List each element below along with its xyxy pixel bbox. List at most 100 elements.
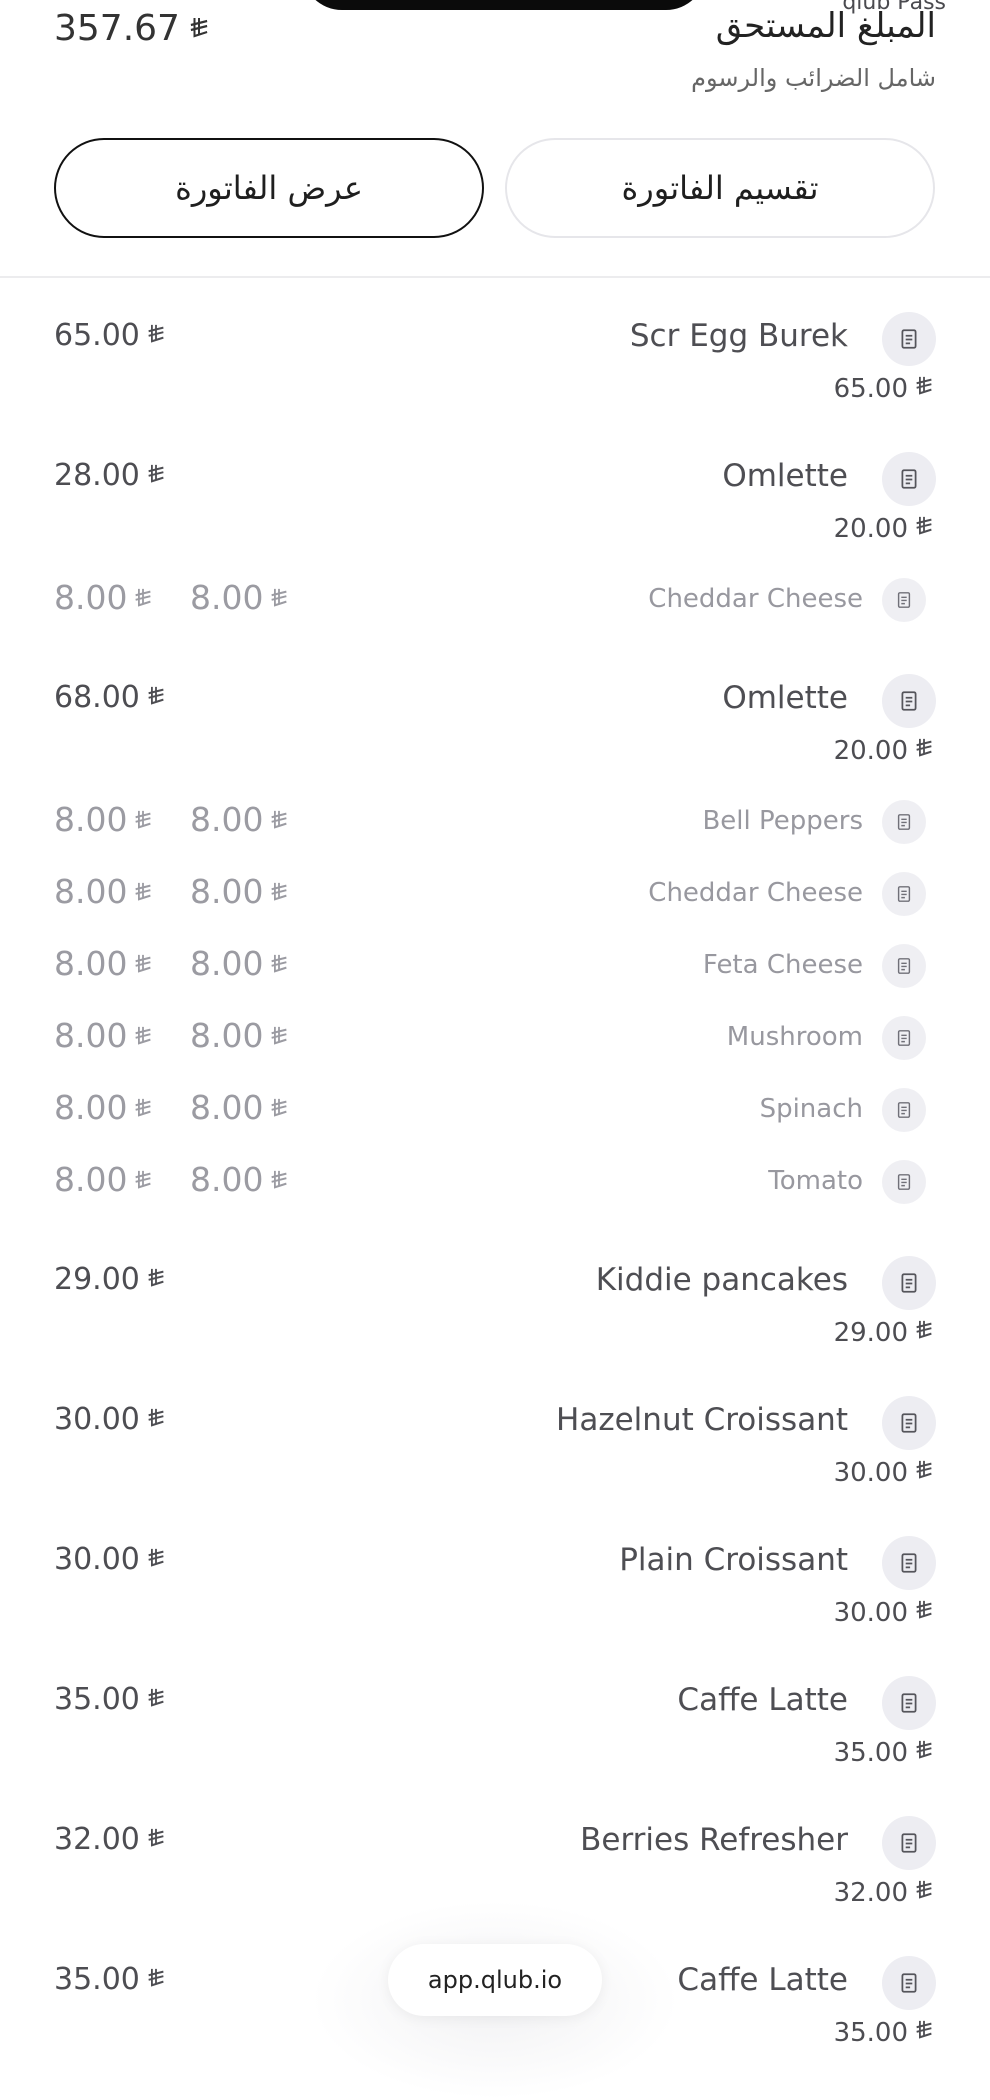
modifier-unit-price: 8.00: [190, 872, 289, 911]
modifier-total-price: 8.00: [54, 1160, 153, 1199]
riyal-currency-icon: [134, 1160, 152, 1199]
modifier-total-price-value: 8.00: [54, 1088, 128, 1127]
bill-item-row[interactable]: 68.00 Omlette 20.00: [0, 666, 990, 786]
item-unit-price: 30.00: [834, 1458, 934, 1488]
item-unit-price-value: 35.00: [833, 2018, 908, 2048]
modifier-name: Spinach: [759, 1094, 863, 1124]
riyal-currency-icon: [147, 318, 165, 353]
item-unit-price-value: 65.00: [833, 374, 908, 404]
modifier-total-price: 8.00: [54, 1088, 153, 1127]
riyal-currency-icon: [270, 872, 288, 911]
modifier-row[interactable]: 8.00 8.00 Tomato: [0, 1158, 990, 1218]
amount-due-title: المبلغ المستحق: [715, 6, 936, 46]
modifier-row[interactable]: 8.00 8.00 Cheddar Cheese: [0, 576, 990, 636]
receipt-icon[interactable]: [882, 1956, 936, 2010]
item-unit-price: 20.00: [834, 514, 934, 544]
riyal-currency-icon: [189, 8, 209, 49]
modifier-total-price-value: 8.00: [54, 944, 128, 983]
item-total-price: 35.00: [54, 1962, 166, 1997]
receipt-icon[interactable]: [882, 872, 926, 916]
modifier-row[interactable]: 8.00 8.00 Spinach: [0, 1086, 990, 1146]
item-unit-price-value: 32.00: [833, 1878, 908, 1908]
bill-item-row[interactable]: 30.00 Hazelnut Croissant 30.00: [0, 1388, 990, 1508]
bill-item-row[interactable]: 65.00 Scr Egg Burek 65.00: [0, 304, 990, 424]
item-name: Scr Egg Burek: [629, 318, 848, 354]
item-total-price: 29.00: [54, 1262, 166, 1297]
item-name: Omlette: [722, 680, 848, 716]
riyal-currency-icon: [915, 374, 933, 404]
item-total-price: 30.00: [54, 1542, 166, 1577]
item-name: Omlette: [722, 458, 848, 494]
item-name: Caffe Latte: [677, 1682, 848, 1718]
receipt-icon[interactable]: [882, 1088, 926, 1132]
receipt-icon[interactable]: [882, 1816, 936, 1870]
item-total-price: 35.00: [54, 1682, 166, 1717]
modifier-unit-price: 8.00: [190, 578, 289, 617]
bill-item-row[interactable]: 28.00 Omlette 20.00: [0, 444, 990, 564]
item-name: Hazelnut Croissant: [556, 1402, 848, 1438]
receipt-icon[interactable]: [882, 1256, 936, 1310]
item-total-price-value: 28.00: [54, 458, 140, 493]
receipt-icon[interactable]: [882, 944, 926, 988]
receipt-icon[interactable]: [882, 1396, 936, 1450]
item-total-price-value: 35.00: [54, 1682, 140, 1717]
bill-item-row[interactable]: 35.00 Caffe Latte 35.00: [0, 1668, 990, 1788]
riyal-currency-icon: [147, 1822, 165, 1857]
item-total-price-value: 30.00: [54, 1542, 140, 1577]
receipt-icon[interactable]: [882, 674, 936, 728]
bill-item-row[interactable]: 29.00 Kiddie pancakes 29.00: [0, 1248, 990, 1368]
riyal-currency-icon: [147, 1262, 165, 1297]
bill-header: 357.67 المبلغ المستحق شامل الضرائب والرس…: [0, 0, 990, 278]
modifier-name: Cheddar Cheese: [648, 878, 863, 908]
receipt-icon[interactable]: [882, 1676, 936, 1730]
modifier-total-price: 8.00: [54, 800, 153, 839]
receipt-icon[interactable]: [882, 800, 926, 844]
modifier-row[interactable]: 8.00 8.00 Mushroom: [0, 1014, 990, 1074]
modifier-row[interactable]: 8.00 8.00 Cheddar Cheese: [0, 870, 990, 930]
item-total-price-value: 32.00: [54, 1822, 140, 1857]
modifier-unit-price-value: 8.00: [190, 1016, 264, 1055]
modifier-name: Mushroom: [726, 1022, 863, 1052]
modifier-row[interactable]: 8.00 8.00 Bell Peppers: [0, 798, 990, 858]
modifier-row[interactable]: 8.00 8.00 Feta Cheese: [0, 942, 990, 1002]
modifier-unit-price: 8.00: [190, 1088, 289, 1127]
item-total-price-value: 68.00: [54, 680, 140, 715]
receipt-icon[interactable]: [882, 1536, 936, 1590]
modifier-unit-price-value: 8.00: [190, 944, 264, 983]
item-unit-price: 35.00: [834, 2018, 934, 2048]
modifier-unit-price: 8.00: [190, 944, 289, 983]
modifier-unit-price-value: 8.00: [190, 1160, 264, 1199]
url-bar[interactable]: app.qlub.io: [388, 1944, 602, 2016]
riyal-currency-icon: [915, 1738, 933, 1768]
modifier-name: Tomato: [768, 1166, 863, 1196]
item-total-price-value: 65.00: [54, 318, 140, 353]
modifier-name: Cheddar Cheese: [648, 584, 863, 614]
receipt-icon[interactable]: [882, 1016, 926, 1060]
riyal-currency-icon: [270, 944, 288, 983]
item-unit-price: 20.00: [834, 736, 934, 766]
total-amount: 357.67: [54, 8, 210, 49]
modifier-name: Bell Peppers: [702, 806, 863, 836]
item-unit-price-value: 35.00: [833, 1738, 908, 1768]
riyal-currency-icon: [134, 944, 152, 983]
item-unit-price-value: 20.00: [833, 736, 908, 766]
split-bill-button[interactable]: تقسيم الفاتورة: [505, 138, 935, 238]
modifier-total-price: 8.00: [54, 872, 153, 911]
riyal-currency-icon: [915, 2018, 933, 2048]
item-total-price-value: 30.00: [54, 1402, 140, 1437]
receipt-icon[interactable]: [882, 312, 936, 366]
riyal-currency-icon: [134, 578, 152, 617]
receipt-icon[interactable]: [882, 452, 936, 506]
bill-item-row[interactable]: 30.00 Plain Croissant 30.00: [0, 1528, 990, 1648]
riyal-currency-icon: [147, 1962, 165, 1997]
riyal-currency-icon: [147, 1682, 165, 1717]
item-unit-price-value: 30.00: [833, 1458, 908, 1488]
item-unit-price-value: 29.00: [833, 1318, 908, 1348]
view-bill-button[interactable]: عرض الفاتورة: [54, 138, 484, 238]
receipt-icon[interactable]: [882, 578, 926, 622]
item-name: Plain Croissant: [619, 1542, 848, 1578]
receipt-icon[interactable]: [882, 1160, 926, 1204]
modifier-unit-price-value: 8.00: [190, 872, 264, 911]
modifier-unit-price: 8.00: [190, 1160, 289, 1199]
modifier-total-price: 8.00: [54, 1016, 153, 1055]
